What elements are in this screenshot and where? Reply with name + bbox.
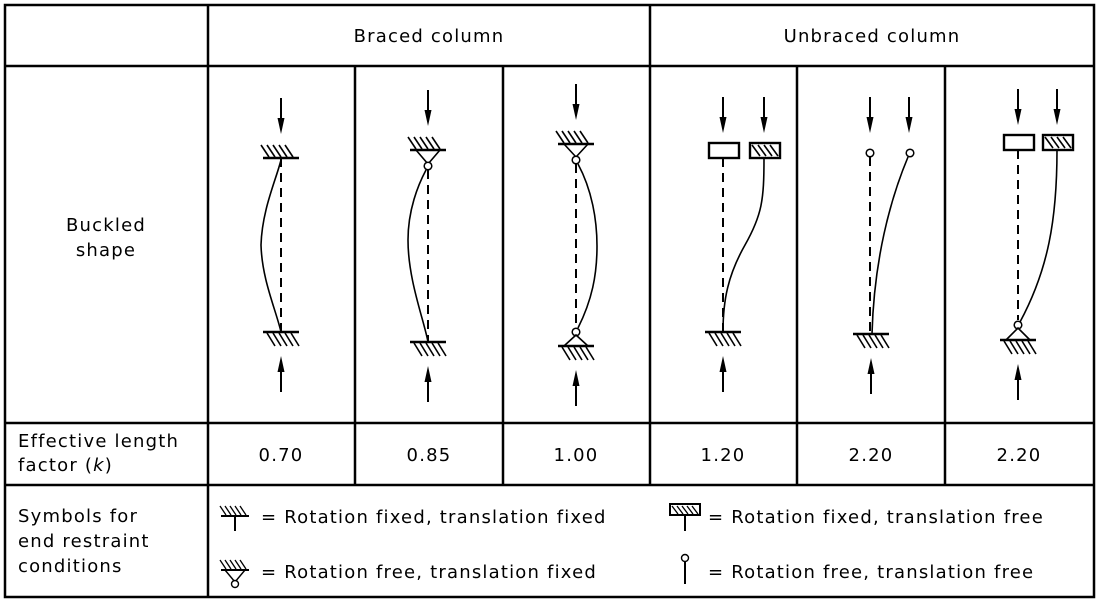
pin-icon <box>423 161 433 171</box>
pin-triangle <box>563 333 589 347</box>
row-label-buckled-shape-2: shape <box>76 240 136 261</box>
k-value-case-2: 0.85 <box>407 445 452 466</box>
sliding-block-hatched-icon <box>1041 133 1075 152</box>
pin-triangle <box>1005 326 1031 341</box>
row-label-buckled-shape-1: Buckled <box>66 215 146 236</box>
fixed-support-icon <box>703 330 743 348</box>
fixed-support-icon <box>851 332 891 350</box>
fixed-fixed-support-icon <box>219 505 249 531</box>
buckled-curve <box>407 169 429 343</box>
row-label-symbols-1: Symbols for <box>18 506 138 527</box>
row-label-symbols-2: end restraint <box>18 531 150 552</box>
pin-triangle <box>563 143 589 159</box>
legend-text-free: = Rotation free, translation free <box>708 562 1034 583</box>
free-end-icon <box>865 148 875 158</box>
fixed-support-icon <box>554 129 596 146</box>
legend-text-fixed-fixed: = Rotation fixed, translation fixed <box>261 507 607 528</box>
load-arrow-icon <box>276 97 286 135</box>
k-value-case-3: 1.00 <box>554 445 599 466</box>
free-end-icon <box>680 553 690 584</box>
pinned-support-icon <box>219 559 249 589</box>
header-braced-column: Braced column <box>354 26 505 47</box>
load-arrow-icon <box>718 96 728 134</box>
free-end-icon <box>905 148 915 158</box>
fixed-support-icon <box>408 340 448 358</box>
buckled-shape-case-6 <box>998 88 1075 401</box>
load-arrow-icon <box>865 96 875 134</box>
fixed-support-icon <box>259 143 301 160</box>
buckled-shape-case-4 <box>703 96 782 393</box>
load-arrow-icon <box>423 365 433 403</box>
k-value-case-6: 2.20 <box>997 445 1042 466</box>
fixed-support-icon <box>998 338 1038 356</box>
pin-icon <box>571 155 581 165</box>
legend-text-fixed-free: = Rotation fixed, translation free <box>708 507 1044 528</box>
load-arrow-icon <box>904 96 914 134</box>
effective-length-table: Braced column Unbraced column Buckled sh… <box>3 3 1096 599</box>
buckled-shape-case-1 <box>259 97 301 393</box>
buckled-shape-case-3 <box>554 83 598 407</box>
load-arrow-icon <box>423 89 433 127</box>
header-unbraced-column: Unbraced column <box>784 26 961 47</box>
buckled-curve <box>577 163 598 329</box>
k-value-case-1: 0.70 <box>259 445 304 466</box>
fixed-free-support-icon <box>669 503 701 531</box>
buckled-curve <box>1019 149 1058 323</box>
fixed-support-icon <box>406 135 448 152</box>
fixed-support-icon <box>556 344 596 362</box>
load-arrow-icon <box>718 355 728 393</box>
load-arrow-icon <box>276 355 286 393</box>
load-arrow-icon <box>759 96 769 134</box>
buckled-curve <box>260 159 282 333</box>
fixed-support-icon <box>261 330 301 348</box>
legend-text-pinned: = Rotation free, translation fixed <box>261 562 597 583</box>
load-arrow-icon <box>571 83 581 121</box>
row-label-effective-length-2: factor (k) <box>18 455 113 476</box>
load-arrow-icon <box>866 357 876 395</box>
load-arrow-icon <box>1013 88 1023 126</box>
sliding-block-icon <box>1002 133 1036 152</box>
k-value-case-4: 1.20 <box>701 445 746 466</box>
sliding-block-hatched-icon <box>748 141 782 160</box>
buckled-curve <box>722 157 765 333</box>
load-arrow-icon <box>1013 363 1023 401</box>
row-label-symbols-3: conditions <box>18 556 123 577</box>
k-value-case-5: 2.20 <box>849 445 894 466</box>
load-arrow-icon <box>571 369 581 407</box>
load-arrow-icon <box>1052 88 1062 126</box>
sliding-block-icon <box>707 141 741 160</box>
row-label-effective-length-1: Effective length <box>18 431 179 452</box>
buckled-curve <box>871 156 909 335</box>
buckled-shape-case-2 <box>406 89 448 403</box>
buckled-shape-case-5 <box>851 96 915 395</box>
